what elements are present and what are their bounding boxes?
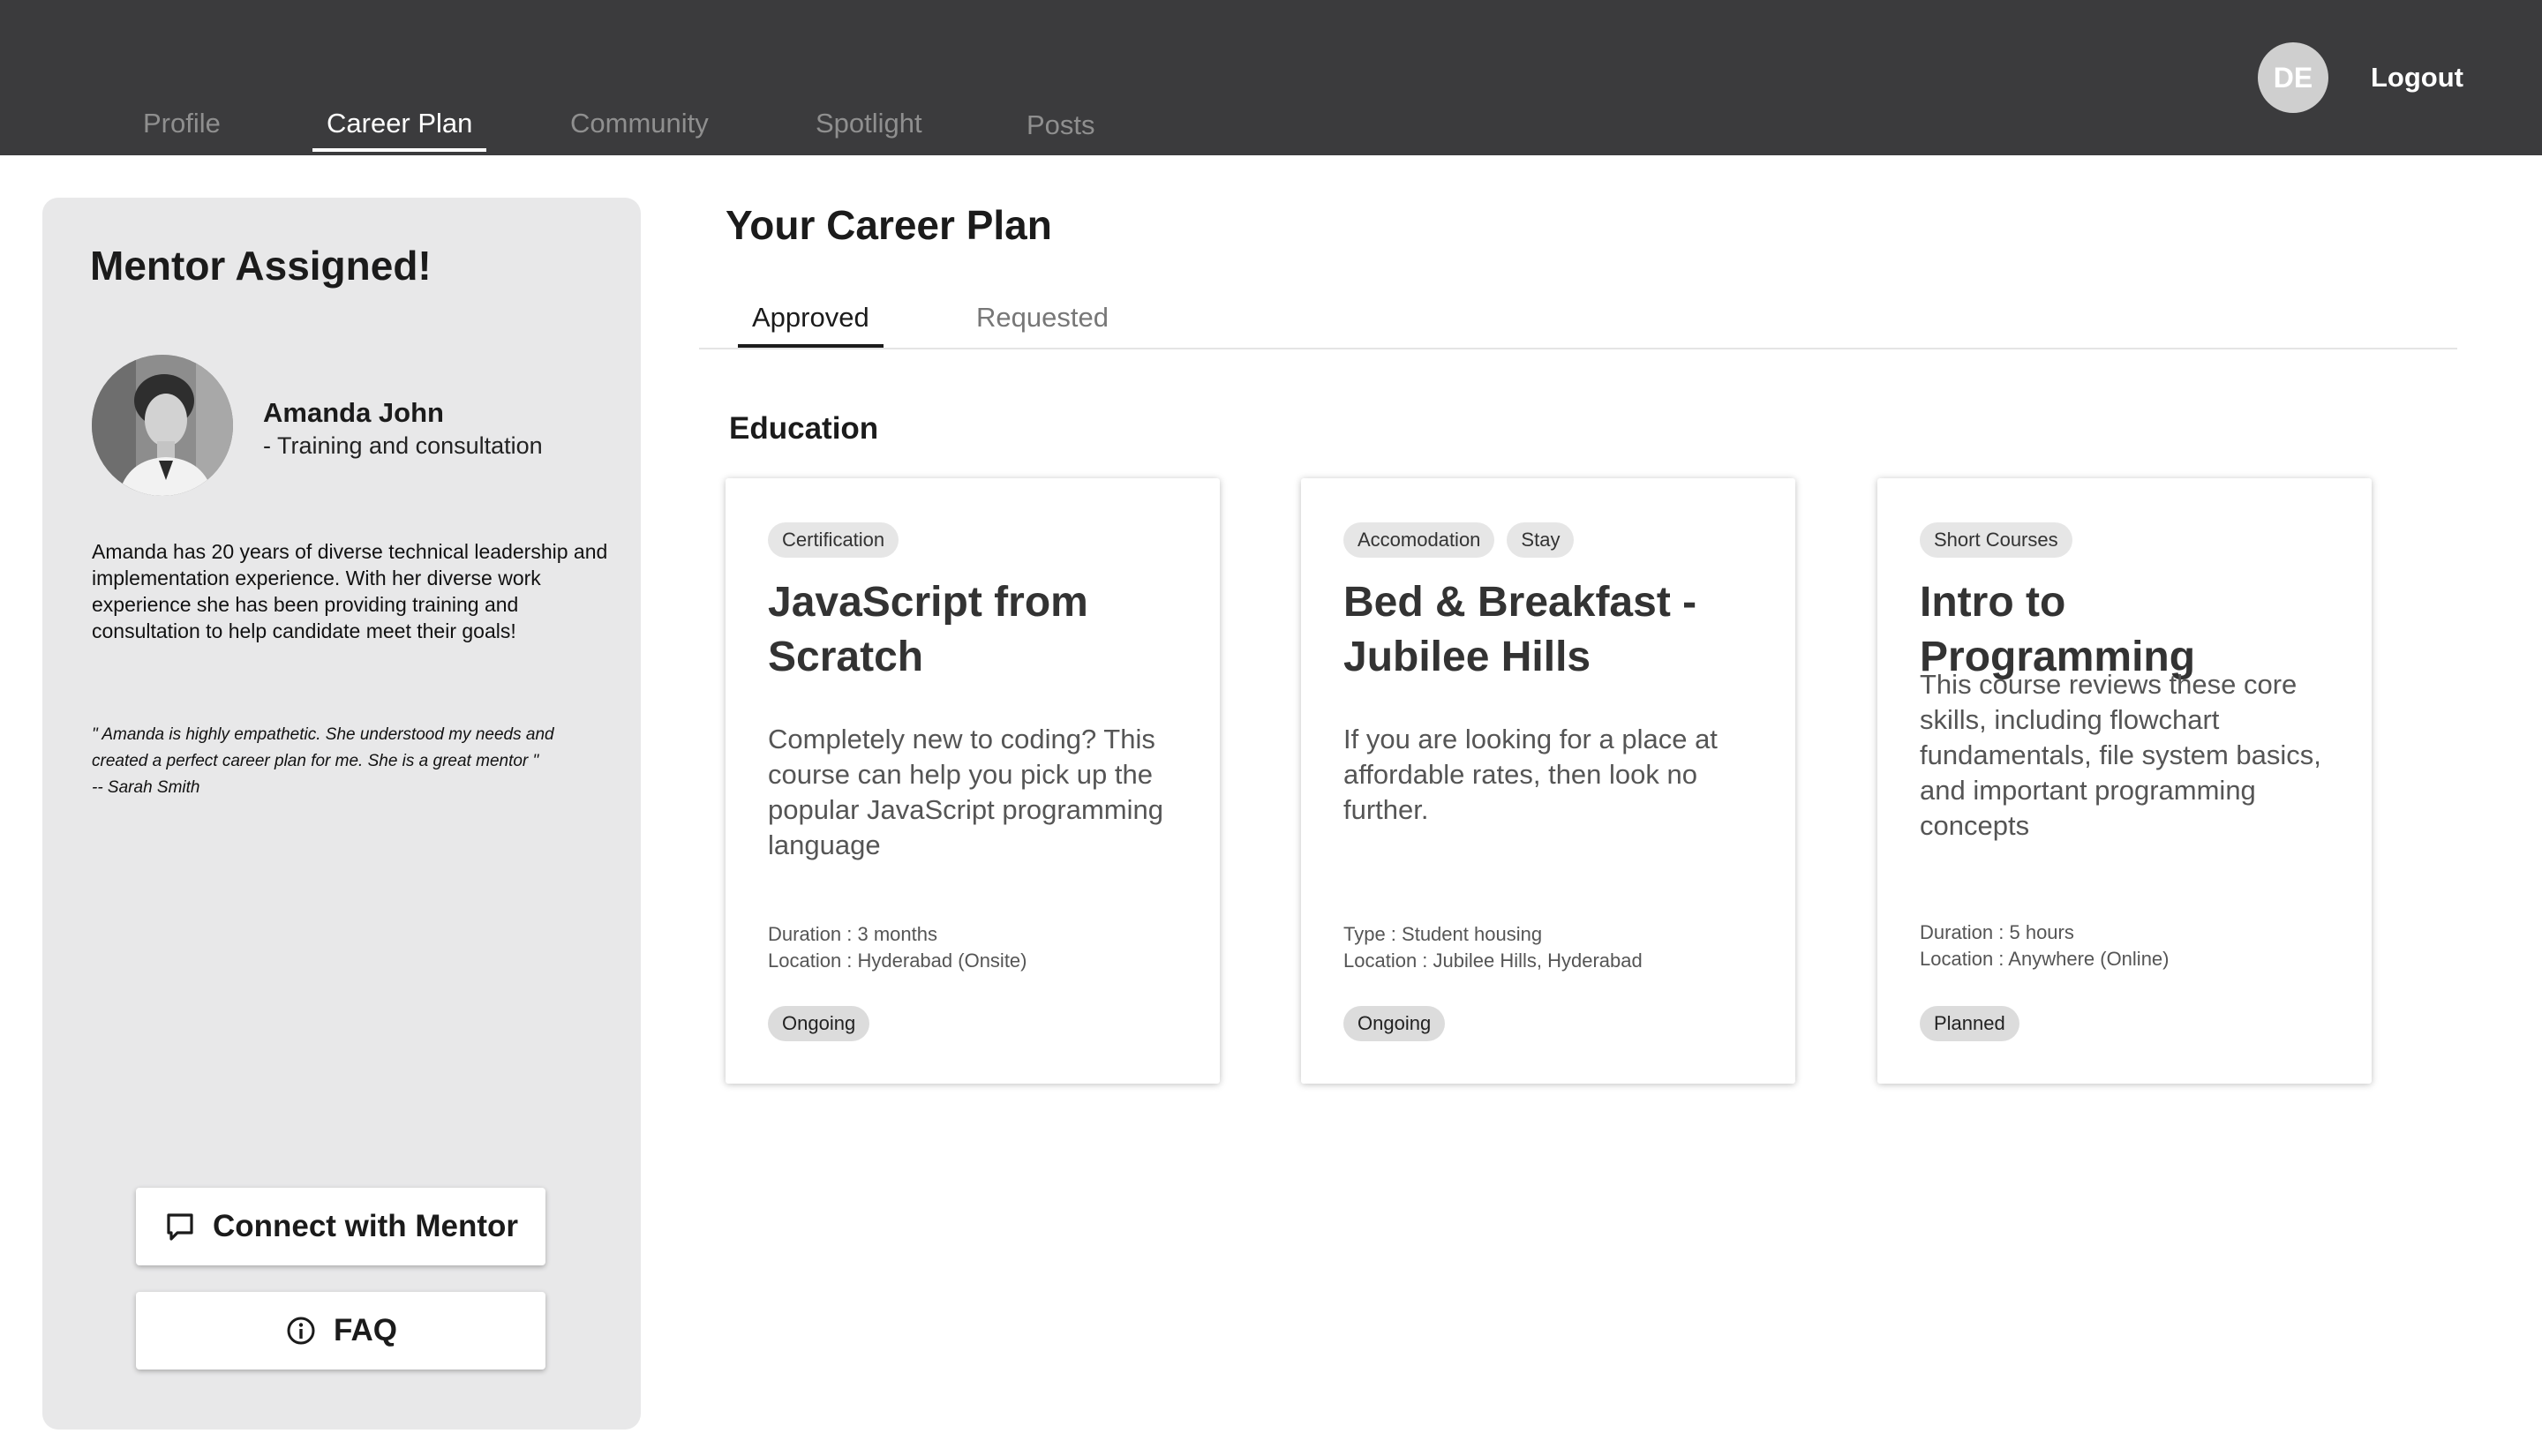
plan-tabs: Approved Requested	[699, 291, 2457, 349]
category-tag: Accomodation	[1343, 522, 1495, 558]
career-plan-card[interactable]: Certification JavaScript from Scratch Co…	[726, 478, 1220, 1084]
chat-bubble-icon	[167, 1213, 193, 1241]
mentor-portrait-image	[92, 355, 233, 496]
status-badge: Ongoing	[1343, 1006, 1446, 1041]
user-avatar[interactable]: DE	[2258, 42, 2328, 113]
faq-button[interactable]: FAQ	[136, 1292, 545, 1370]
testimonial-line: created a perfect career plan for me. Sh…	[92, 752, 539, 770]
card-meta-line: Duration : 3 months	[768, 923, 937, 945]
card-meta-line: Location : Anywhere (Online)	[1920, 948, 2170, 970]
mentor-panel: Mentor Assigned! Amanda John - Training …	[42, 198, 641, 1430]
mentor-heading: Mentor Assigned!	[90, 243, 432, 289]
nav-item-community[interactable]: Community	[556, 108, 723, 152]
logout-button[interactable]: Logout	[2371, 62, 2463, 94]
card-tags: Short Courses	[1920, 522, 2072, 558]
mentor-avatar	[92, 355, 233, 496]
tab-requested[interactable]: Requested	[962, 302, 1123, 346]
mentor-name: Amanda John	[263, 397, 444, 428]
mentor-testimonial: " Amanda is highly empathetic. She under…	[92, 722, 586, 801]
card-meta-line: Location : Jubilee Hills, Hyderabad	[1343, 949, 1643, 972]
card-meta: Duration : 5 hours Location : Anywhere (…	[1920, 919, 2170, 972]
card-tags: Accomodation Stay	[1343, 522, 1575, 558]
page-title: Your Career Plan	[726, 202, 1052, 248]
nav-item-spotlight[interactable]: Spotlight	[801, 108, 936, 152]
main-nav: Profile Career Plan Community Spotlight …	[0, 0, 1236, 155]
status-badge: Ongoing	[768, 1006, 870, 1041]
testimonial-line: " Amanda is highly empathetic. She under…	[92, 725, 554, 744]
connect-with-mentor-label: Connect with Mentor	[212, 1209, 519, 1243]
card-tags: Certification	[768, 522, 899, 558]
testimonial-author: -- Sarah Smith	[92, 778, 200, 797]
nav-item-posts[interactable]: Posts	[1012, 109, 1109, 154]
mentor-bio: Amanda has 20 years of diverse technical…	[92, 540, 608, 642]
card-meta-line: Duration : 5 hours	[1920, 921, 2074, 943]
info-icon	[287, 1317, 315, 1345]
tab-approved[interactable]: Approved	[738, 302, 884, 348]
mentor-role: - Training and consultation	[263, 432, 543, 459]
card-title: JavaScript from Scratch	[768, 579, 1088, 680]
card-description: This course reviews these core skills, i…	[1920, 669, 2321, 841]
card-meta-line: Type : Student housing	[1343, 923, 1543, 945]
top-navigation-bar: Profile Career Plan Community Spotlight …	[0, 0, 2542, 155]
connect-with-mentor-button[interactable]: Connect with Mentor	[136, 1188, 545, 1265]
category-tag: Short Courses	[1920, 522, 2072, 558]
career-plan-card[interactable]: Short Courses Intro to Programming This …	[1877, 478, 2372, 1084]
nav-item-profile[interactable]: Profile	[129, 108, 235, 152]
nav-item-career-plan[interactable]: Career Plan	[312, 108, 487, 152]
card-meta-line: Location : Hyderabad (Onsite)	[768, 949, 1027, 972]
faq-label: FAQ	[334, 1313, 397, 1347]
card-description: Completely new to coding? This course ca…	[768, 724, 1163, 860]
career-plan-card[interactable]: Accomodation Stay Bed & Breakfast - Jubi…	[1301, 478, 1795, 1084]
category-tag: Certification	[768, 522, 899, 558]
card-meta: Duration : 3 months Location : Hyderabad…	[768, 921, 1027, 974]
section-title-education: Education	[729, 411, 879, 446]
status-badge: Planned	[1920, 1006, 2019, 1041]
card-title: Bed & Breakfast - Jubilee Hills	[1343, 579, 1697, 680]
category-tag: Stay	[1507, 522, 1575, 558]
card-meta: Type : Student housing Location : Jubile…	[1343, 921, 1643, 974]
card-description: If you are looking for a place at afford…	[1343, 724, 1718, 825]
